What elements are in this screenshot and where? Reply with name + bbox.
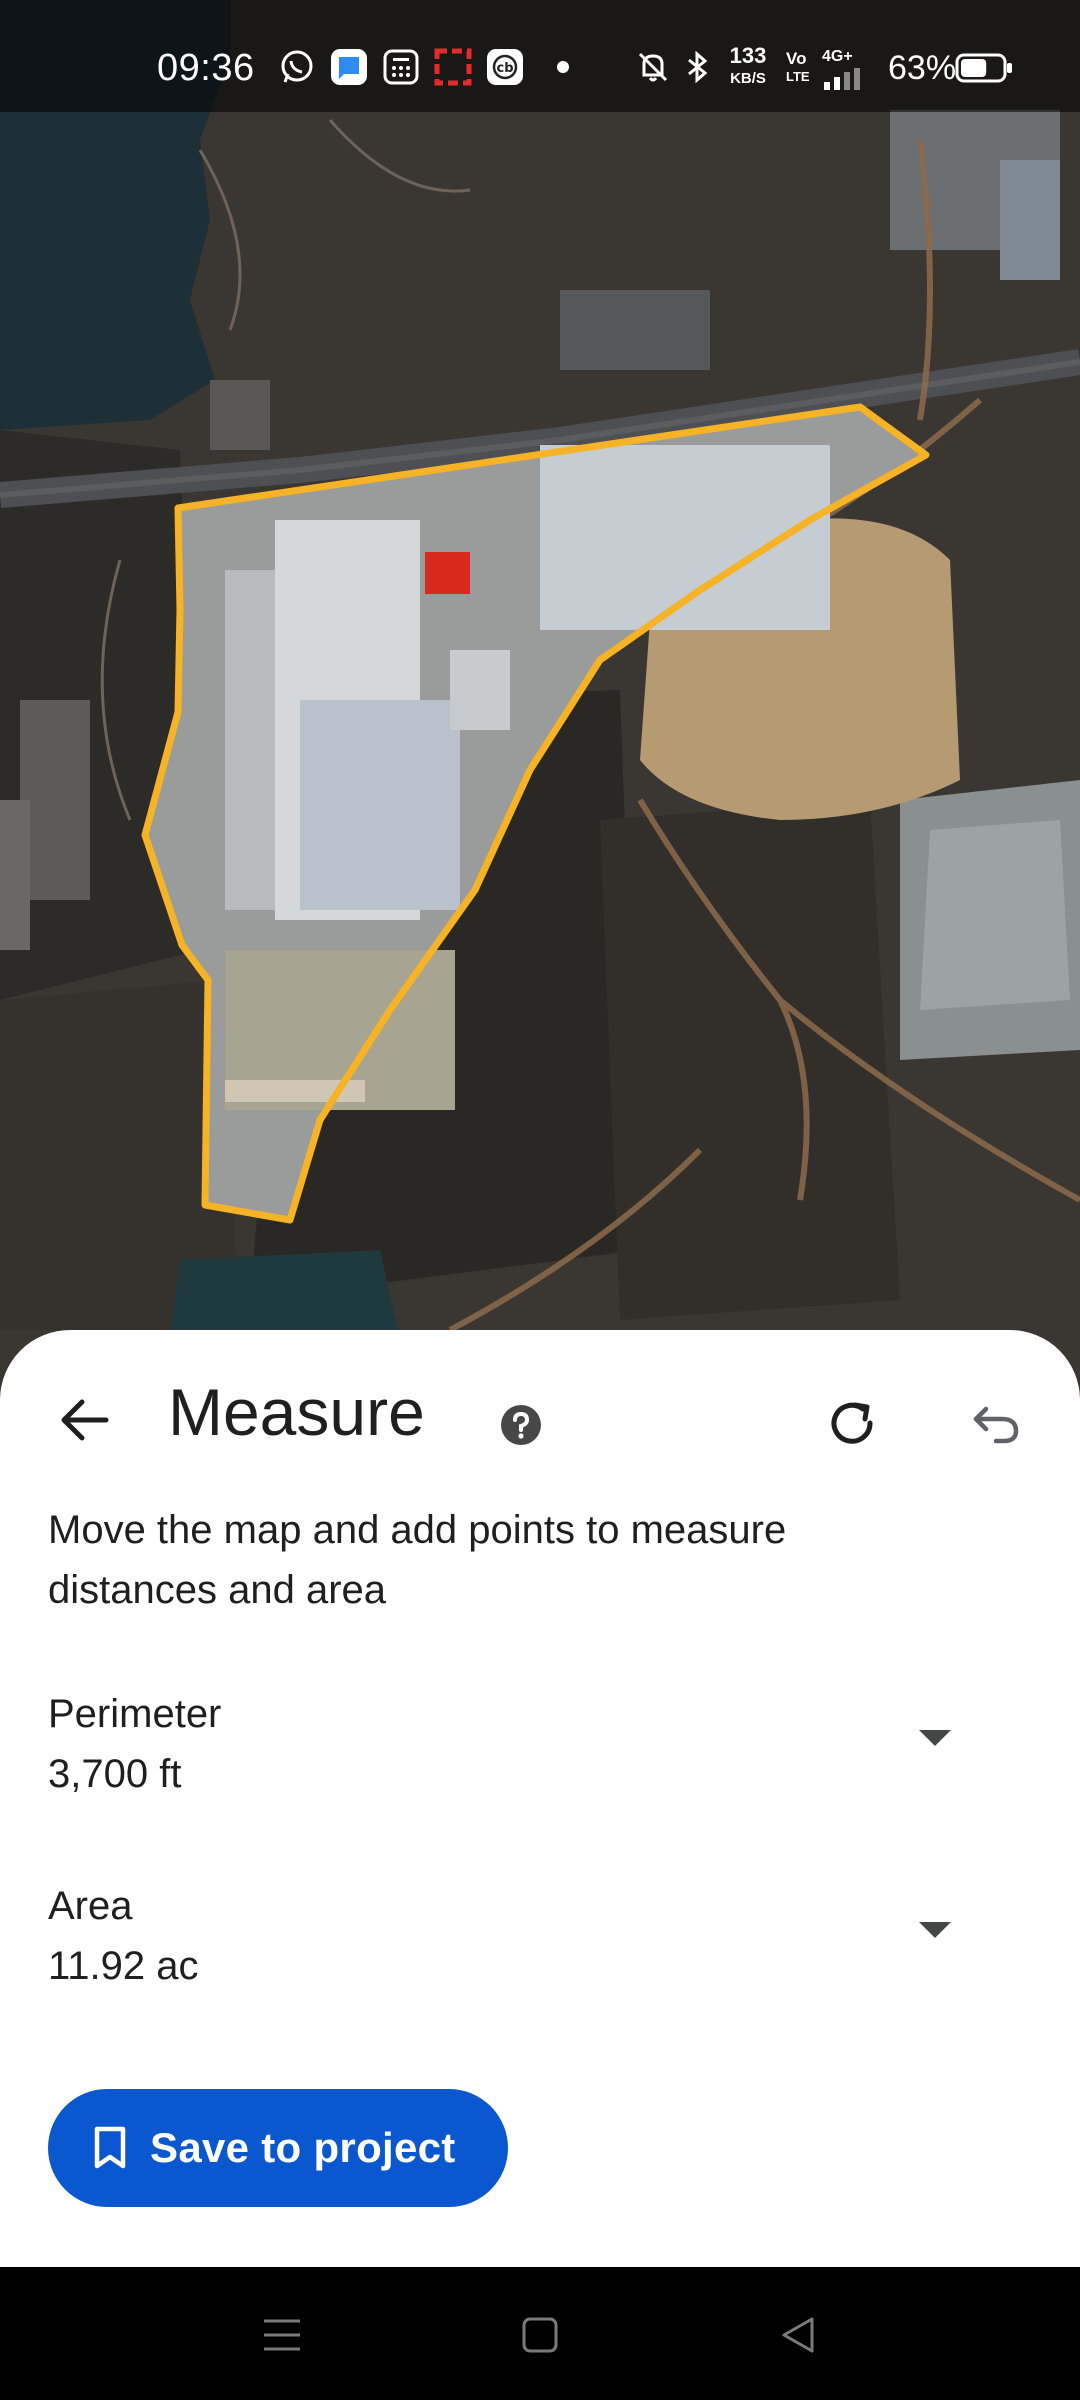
network-speed: 133 KB/S bbox=[729, 43, 767, 88]
perimeter-value: 3,700 ft bbox=[48, 1752, 182, 1796]
perimeter-unit-dropdown[interactable] bbox=[900, 1708, 970, 1768]
page-title: Measure bbox=[168, 1375, 425, 1449]
status-bar: 09:36 cb 133 KB/S Vo LTE 4G+ 63% bbox=[0, 0, 1080, 112]
battery-icon bbox=[955, 53, 1013, 83]
system-nav-bar bbox=[0, 2267, 1080, 2400]
arrow-back-icon bbox=[61, 1399, 109, 1441]
perimeter-label: Perimeter bbox=[48, 1692, 222, 1736]
area-unit-dropdown[interactable] bbox=[900, 1900, 970, 1960]
undo-button[interactable] bbox=[958, 1385, 1033, 1460]
calculator-icon bbox=[382, 48, 420, 86]
status-time: 09:36 bbox=[157, 47, 255, 89]
area-label: Area bbox=[48, 1884, 133, 1928]
bluetooth-icon bbox=[678, 48, 716, 86]
bookmark-icon bbox=[94, 2126, 126, 2169]
dropdown-arrow-icon bbox=[919, 1730, 951, 1746]
back-nav-button[interactable] bbox=[758, 2295, 838, 2375]
help-button[interactable] bbox=[490, 1394, 552, 1456]
redo-icon bbox=[831, 1402, 873, 1444]
menu-nav-button[interactable] bbox=[242, 2295, 322, 2375]
menu-nav-icon bbox=[264, 2319, 300, 2351]
messages-app-icon bbox=[330, 48, 368, 86]
svg-text:cb: cb bbox=[496, 61, 513, 76]
network-type: 4G+ bbox=[822, 48, 853, 65]
battery-percentage: 63% bbox=[888, 49, 957, 87]
dropdown-arrow-icon bbox=[919, 1922, 951, 1938]
save-button-label: Save to project bbox=[150, 2124, 456, 2171]
volte-indicator: Vo LTE bbox=[786, 49, 810, 84]
save-to-project-button[interactable]: Save to project bbox=[48, 2089, 508, 2207]
mute-icon bbox=[634, 48, 672, 86]
satellite-map[interactable] bbox=[0, 0, 1080, 1400]
back-nav-icon bbox=[782, 2317, 814, 2353]
instructions-text: Move the map and add points to measure d… bbox=[48, 1508, 787, 1612]
help-icon bbox=[501, 1405, 541, 1445]
back-button[interactable] bbox=[44, 1380, 124, 1460]
home-nav-button[interactable] bbox=[500, 2295, 580, 2375]
cb-app-icon: cb bbox=[486, 48, 524, 86]
signal-icon bbox=[824, 68, 860, 90]
undo-icon bbox=[973, 1406, 1018, 1443]
area-value: 11.92 ac bbox=[48, 1944, 199, 1988]
redo-button[interactable] bbox=[815, 1385, 890, 1460]
signal-indicator: 4G+ bbox=[822, 48, 862, 90]
notification-dot-icon bbox=[556, 48, 594, 86]
whatsapp-icon bbox=[278, 48, 316, 86]
screenshot-app-icon bbox=[434, 48, 472, 86]
home-nav-icon bbox=[522, 2317, 558, 2353]
